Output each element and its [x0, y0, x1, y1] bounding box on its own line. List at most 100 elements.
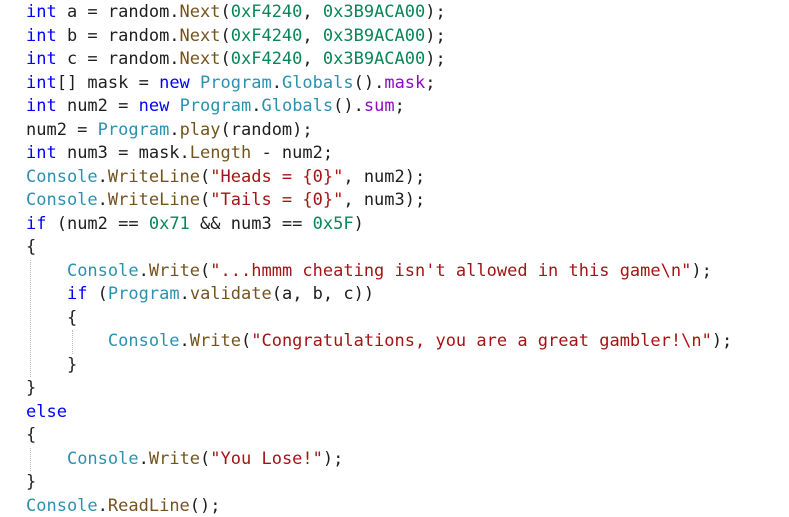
code-token: Console: [107, 331, 180, 351]
code-line[interactable]: int b = random.Next(0xF4240, 0x3B9ACA00)…: [26, 25, 446, 47]
code-token: new: [138, 96, 170, 116]
code-line[interactable]: int num2 = new Program.Globals().sum;: [26, 95, 405, 117]
code-token: ().: [353, 72, 385, 93]
code-token: mask: [384, 72, 426, 93]
code-token: WriteLine: [107, 190, 201, 210]
code-line[interactable]: num2 = Program.play(random);: [26, 119, 313, 141]
code-token: num3 = mask.: [56, 143, 190, 163]
code-line[interactable]: {: [26, 307, 77, 329]
code-token: 0x3B9ACA00: [322, 2, 426, 22]
code-token: (: [240, 331, 252, 351]
code-line[interactable]: int a = random.Next(0xF4240, 0x3B9ACA00)…: [26, 1, 446, 23]
code-token: (: [200, 166, 211, 187]
code-token: Program: [97, 119, 170, 140]
code-token: 0x3B9ACA00: [322, 25, 426, 46]
code-token: Next: [179, 2, 221, 22]
code-token: (: [220, 25, 231, 46]
code-line[interactable]: }: [26, 471, 36, 493]
code-token: b = random.: [56, 25, 180, 46]
code-line[interactable]: {: [26, 236, 36, 258]
code-line[interactable]: Console.Write("...hmmm cheating isn't al…: [26, 260, 712, 282]
code-token: Next: [179, 49, 221, 69]
code-token: .: [97, 166, 108, 187]
code-token: 0x71: [148, 213, 190, 234]
code-token: Program: [200, 72, 272, 93]
code-token: "You Lose!": [210, 448, 323, 469]
code-token: "Heads = {0}": [210, 166, 344, 187]
code-token: play: [179, 119, 221, 140]
code-token: Length: [189, 143, 252, 163]
code-token: ,: [302, 25, 323, 46]
code-token: );: [691, 260, 712, 281]
code-token: );: [711, 331, 733, 351]
code-token: (num2 ==: [46, 213, 149, 234]
code-line[interactable]: }: [26, 354, 77, 376]
code-line[interactable]: Console.ReadLine();: [26, 495, 221, 517]
code-editor[interactable]: int a = random.Next(0xF4240, 0x3B9ACA00)…: [0, 0, 789, 516]
code-line[interactable]: Console.Write("You Lose!");: [26, 448, 343, 470]
code-token: {: [26, 307, 78, 328]
code-token: sum: [363, 96, 395, 116]
code-token: );: [322, 448, 344, 469]
code-token: );: [425, 49, 446, 69]
code-line[interactable]: int c = random.Next(0xF4240, 0x3B9ACA00)…: [26, 48, 446, 70]
code-token: - num2;: [251, 143, 334, 163]
code-token: Write: [189, 331, 241, 351]
code-line[interactable]: int[] mask = new Program.Globals().mask;: [26, 72, 436, 94]
code-line[interactable]: Console.WriteLine("Heads = {0}", num2);: [26, 166, 425, 188]
code-token: 0x5F: [312, 213, 354, 234]
code-token: c = random.: [56, 49, 180, 69]
code-line[interactable]: if (Program.validate(a, b, c)): [26, 283, 374, 305]
indent-guide: [72, 330, 73, 354]
code-token: && num3 ==: [189, 213, 313, 234]
code-token: (: [220, 2, 231, 22]
code-token: , num2);: [343, 166, 426, 187]
code-token: if: [66, 284, 88, 304]
code-token: }: [26, 378, 37, 398]
code-token: "Tails = {0}": [210, 190, 344, 210]
indent-guide: [30, 447, 31, 471]
code-token: int: [26, 49, 57, 69]
code-token: ;: [394, 96, 405, 116]
code-token: Program: [179, 96, 252, 116]
code-token: num2 =: [56, 96, 139, 116]
code-line[interactable]: else: [26, 401, 67, 423]
code-token: int: [26, 96, 57, 116]
code-token: num2 =: [26, 119, 98, 140]
code-token: .: [138, 260, 149, 281]
code-line[interactable]: Console.WriteLine("Tails = {0}", num3);: [26, 189, 425, 211]
code-line[interactable]: }: [26, 377, 36, 399]
code-token: );: [425, 2, 446, 22]
indent-guide: [30, 259, 31, 377]
code-token: (: [87, 284, 108, 304]
code-token: Write: [148, 448, 201, 469]
code-line[interactable]: if (num2 == 0x71 && num3 == 0x5F): [26, 213, 364, 235]
code-token: {: [26, 425, 37, 445]
code-token: , num3);: [343, 190, 426, 210]
code-token: .: [169, 119, 180, 140]
code-token: Console: [66, 260, 139, 281]
code-token: else: [26, 401, 67, 422]
code-line[interactable]: {: [26, 424, 36, 446]
code-token: int: [26, 2, 57, 22]
code-token: int: [26, 25, 57, 46]
code-token: [] mask =: [56, 72, 160, 93]
code-token: (a, b, c)): [271, 284, 375, 304]
code-token: (: [200, 448, 211, 469]
code-line[interactable]: Console.Write("Congratulations, you are …: [26, 330, 732, 352]
code-token: "...hmmm cheating isn't allowed in this …: [210, 260, 692, 281]
code-token: }: [26, 472, 37, 492]
code-token: (random);: [220, 119, 313, 140]
code-token: Console: [66, 448, 139, 469]
code-token: .: [97, 190, 108, 210]
code-token: Globals: [281, 72, 354, 93]
code-token: Console: [26, 190, 98, 210]
code-line[interactable]: int num3 = mask.Length - num2;: [26, 142, 333, 164]
code-token: new: [159, 72, 190, 93]
code-token: ().: [333, 96, 364, 116]
code-token: Globals: [261, 96, 334, 116]
code-token: (: [200, 190, 211, 210]
